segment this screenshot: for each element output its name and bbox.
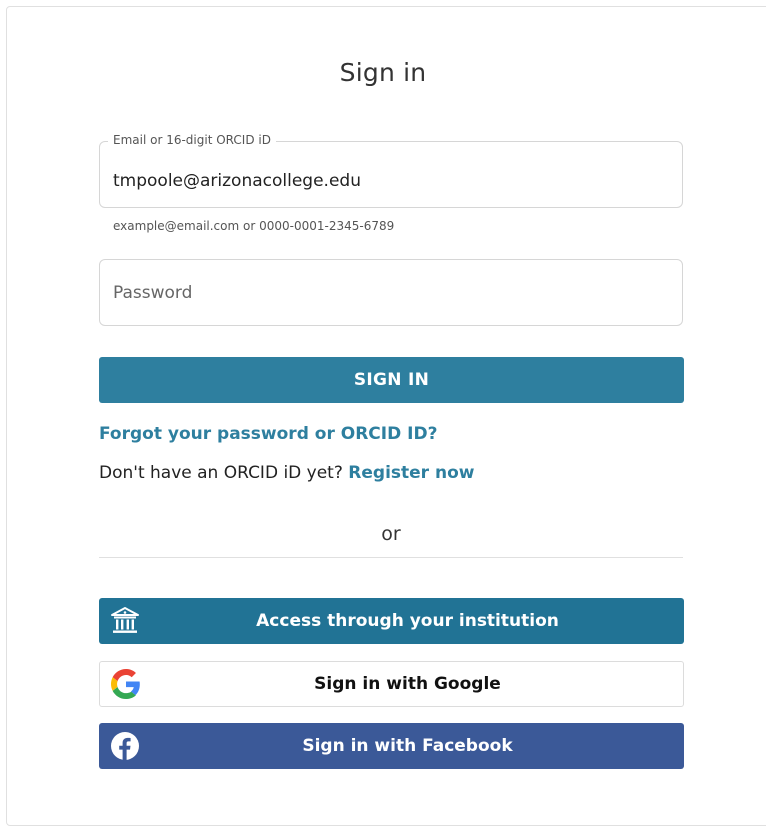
page-title: Sign in — [339, 58, 427, 87]
register-now-link[interactable]: Register now — [348, 463, 474, 483]
institution-button-label: Access through your institution — [256, 611, 559, 631]
password-input[interactable] — [113, 260, 673, 325]
google-icon — [110, 668, 142, 700]
password-field[interactable] — [99, 259, 683, 326]
email-hint: example@email.com or 0000-0001-2345-6789 — [113, 219, 395, 233]
email-field-label: Email or 16-digit ORCID iD — [108, 133, 276, 147]
sign-in-button[interactable]: SIGN IN — [99, 357, 684, 403]
email-input[interactable] — [113, 148, 673, 213]
register-prompt: Don't have an ORCID iD yet? — [99, 463, 343, 483]
facebook-sign-in-button[interactable]: Sign in with Facebook — [99, 723, 684, 769]
facebook-icon — [109, 730, 141, 762]
google-sign-in-button[interactable]: Sign in with Google — [99, 661, 684, 707]
institution-sign-in-button[interactable]: Access through your institution — [99, 598, 684, 644]
facebook-button-label: Sign in with Facebook — [302, 736, 513, 756]
forgot-password-link[interactable]: Forgot your password or ORCID ID? — [99, 424, 437, 444]
divider-line — [99, 557, 683, 558]
or-divider-text: or — [381, 523, 401, 545]
institution-icon — [109, 605, 141, 637]
google-button-label: Sign in with Google — [314, 674, 501, 694]
email-field[interactable]: Email or 16-digit ORCID iD — [99, 133, 683, 213]
register-line: Don't have an ORCID iD yet? Register now — [99, 463, 474, 483]
